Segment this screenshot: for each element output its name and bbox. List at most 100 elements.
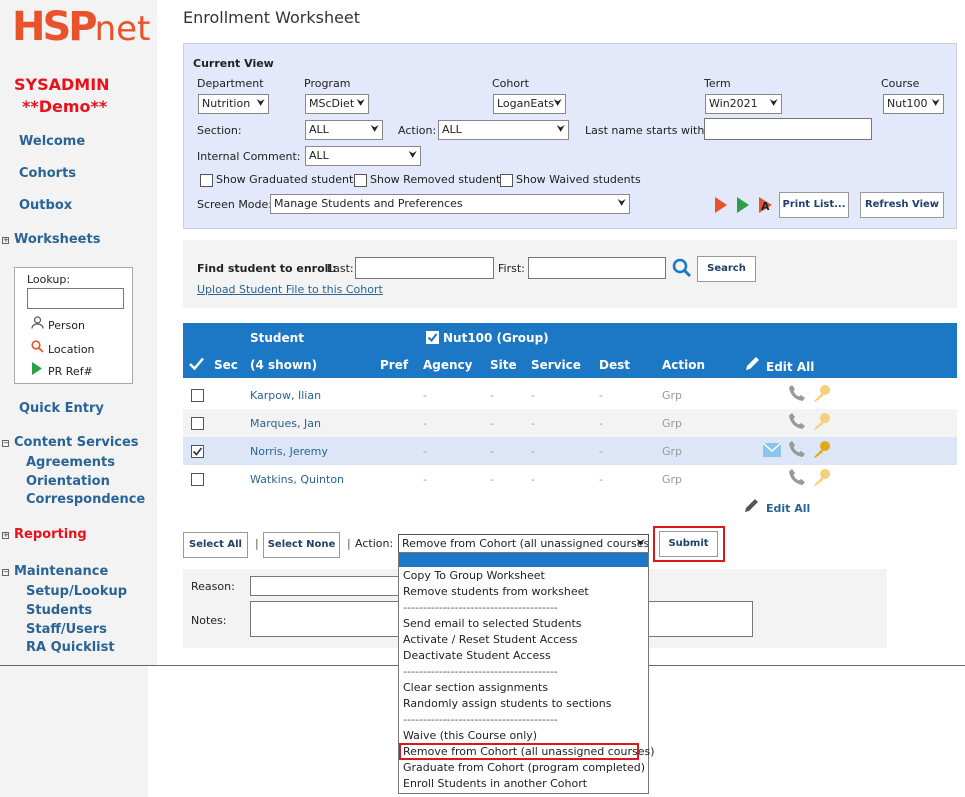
nav-outbox[interactable]: Outbox [19,198,72,213]
row-checkbox[interactable] [191,389,204,402]
cohort-select[interactable]: LoganEats ⮟ [493,94,566,114]
department-select[interactable]: Nutrition ⮟ [198,94,269,114]
option-copy-group[interactable]: Copy To Group Worksheet [403,569,545,582]
term-select[interactable]: Win2021 ⮟ [705,94,782,114]
expand-icon[interactable]: + [2,531,9,539]
phone-icon[interactable] [788,468,806,489]
play-red-icon[interactable] [714,197,728,216]
agency-cell: - [423,473,427,486]
select-all-button[interactable]: Select All [183,532,248,558]
expand-icon[interactable]: + [2,236,9,244]
option-activate-access[interactable]: Activate / Reset Student Access [403,633,577,646]
play-a-icon[interactable]: A [758,197,774,216]
nav-agreements[interactable]: Agreements [26,455,115,470]
course-select[interactable]: Nut100 ⮟ [883,94,944,114]
nav-ra[interactable]: RA Quicklist [26,640,115,655]
comment-select[interactable]: ALL ⮟ [305,146,421,166]
nav-reporting[interactable]: Reporting [14,527,87,542]
lastname-input[interactable] [704,118,872,140]
action-select[interactable]: Remove from Cohort (all unassigned cours… [398,534,649,554]
print-list-button[interactable]: Print List... [779,192,849,218]
phone-icon[interactable] [788,440,806,461]
hspnet-logo[interactable]: HSPnet [12,4,150,50]
nav-content-services[interactable]: Content Services [14,435,139,450]
option-enroll-another[interactable]: Enroll Students in another Cohort [403,777,587,790]
option-remove-worksheet[interactable]: Remove students from worksheet [403,585,589,598]
key-icon[interactable] [812,439,832,462]
screen-mode-select[interactable]: Manage Students and Preferences ⮟ [270,194,630,214]
edit-all-link[interactable]: Edit All [766,502,810,515]
agency-cell: - [423,445,427,458]
show-graduated-checkbox[interactable] [200,174,213,187]
lookup-input[interactable] [27,288,124,309]
nav-maintenance[interactable]: Maintenance [14,564,108,579]
nav-worksheets[interactable]: Worksheets [14,232,100,247]
chevron-down-icon: ⮟ [636,538,646,549]
show-removed-label: Show Removed students [370,173,507,186]
option-deactivate-access[interactable]: Deactivate Student Access [403,649,551,662]
key-icon[interactable] [812,467,832,490]
section-select[interactable]: ALL ⮟ [305,120,383,140]
show-removed-checkbox[interactable] [354,174,367,187]
action-filter-select[interactable]: ALL ⮟ [438,120,569,140]
option-random-sections[interactable]: Randomly assign students to sections [403,697,611,710]
nav-correspondence[interactable]: Correspondence [26,492,145,507]
nav-maintenance-row[interactable]: − Maintenance [2,564,108,579]
table-row[interactable]: Karpow, Ilian - - - - Grp [183,381,957,409]
nav-students[interactable]: Students [26,603,92,618]
phone-icon[interactable] [788,384,806,405]
find-last-input[interactable] [355,257,494,279]
option-graduate[interactable]: Graduate from Cohort (program completed) [403,761,645,774]
refresh-view-button[interactable]: Refresh View [860,192,944,218]
edit-all-header[interactable]: Edit All [766,360,814,374]
key-icon[interactable] [812,383,832,406]
option-clear-sections[interactable]: Clear section assignments [403,681,548,694]
envelope-icon[interactable] [762,442,782,460]
lookup-person[interactable]: Person [29,316,85,332]
lookup-location[interactable]: Location [29,340,95,356]
collapse-icon[interactable]: − [2,439,9,447]
course-checkbox[interactable] [426,331,439,347]
phone-icon[interactable] [788,412,806,433]
student-name-link[interactable]: Norris, Jeremy [250,445,328,458]
row-checkbox[interactable] [191,417,204,430]
nav-cohorts[interactable]: Cohorts [19,166,76,181]
row-checkbox[interactable] [191,473,204,486]
nav-content-services-row[interactable]: − Content Services [2,435,139,450]
option-waive[interactable]: Waive (this Course only) [403,729,537,742]
table-row[interactable]: Norris, Jeremy - - - - Grp [183,437,957,465]
collapse-icon[interactable]: − [2,568,9,576]
action-cell: Grp [662,445,683,458]
table-row[interactable]: Watkins, Quinton - - - - Grp [183,465,957,493]
nav-orientation[interactable]: Orientation [26,474,110,489]
nav-quick-entry[interactable]: Quick Entry [19,401,104,416]
table-row[interactable]: Marques, Jan - - - - Grp [183,409,957,437]
nav-welcome[interactable]: Welcome [19,134,85,149]
row-checkbox-checked[interactable] [191,445,204,461]
reason-input[interactable] [250,576,410,596]
lookup-pr[interactable]: PR Ref# [29,362,93,378]
select-none-button[interactable]: Select None [263,532,340,558]
nav-staff[interactable]: Staff/Users [26,622,107,637]
upload-student-link[interactable]: Upload Student File to this Cohort [197,283,383,296]
checkmark-icon[interactable] [189,357,204,373]
student-name-link[interactable]: Marques, Jan [250,417,321,430]
program-select[interactable]: MScDiet ⮟ [305,94,369,114]
find-first-input[interactable] [528,257,666,279]
option-send-email[interactable]: Send email to selected Students [403,617,582,630]
nav-setup[interactable]: Setup/Lookup [26,584,127,599]
pencil-icon[interactable] [744,355,761,375]
play-green-icon[interactable] [736,197,750,216]
show-waived-checkbox[interactable] [500,174,513,187]
search-button[interactable]: Search [697,256,756,282]
key-icon[interactable] [812,411,832,434]
student-name-link[interactable]: Watkins, Quinton [250,473,344,486]
current-view-panel: Current View Department Program Cohort T… [183,43,957,229]
nav-reporting-row[interactable]: + Reporting [2,527,87,542]
course-label: Course [881,77,920,90]
term-label: Term [704,77,731,90]
nav-worksheets-row[interactable]: + Worksheets [2,232,100,247]
search-icon[interactable] [672,258,692,281]
pencil-icon[interactable] [743,497,760,517]
student-name-link[interactable]: Karpow, Ilian [250,389,321,402]
